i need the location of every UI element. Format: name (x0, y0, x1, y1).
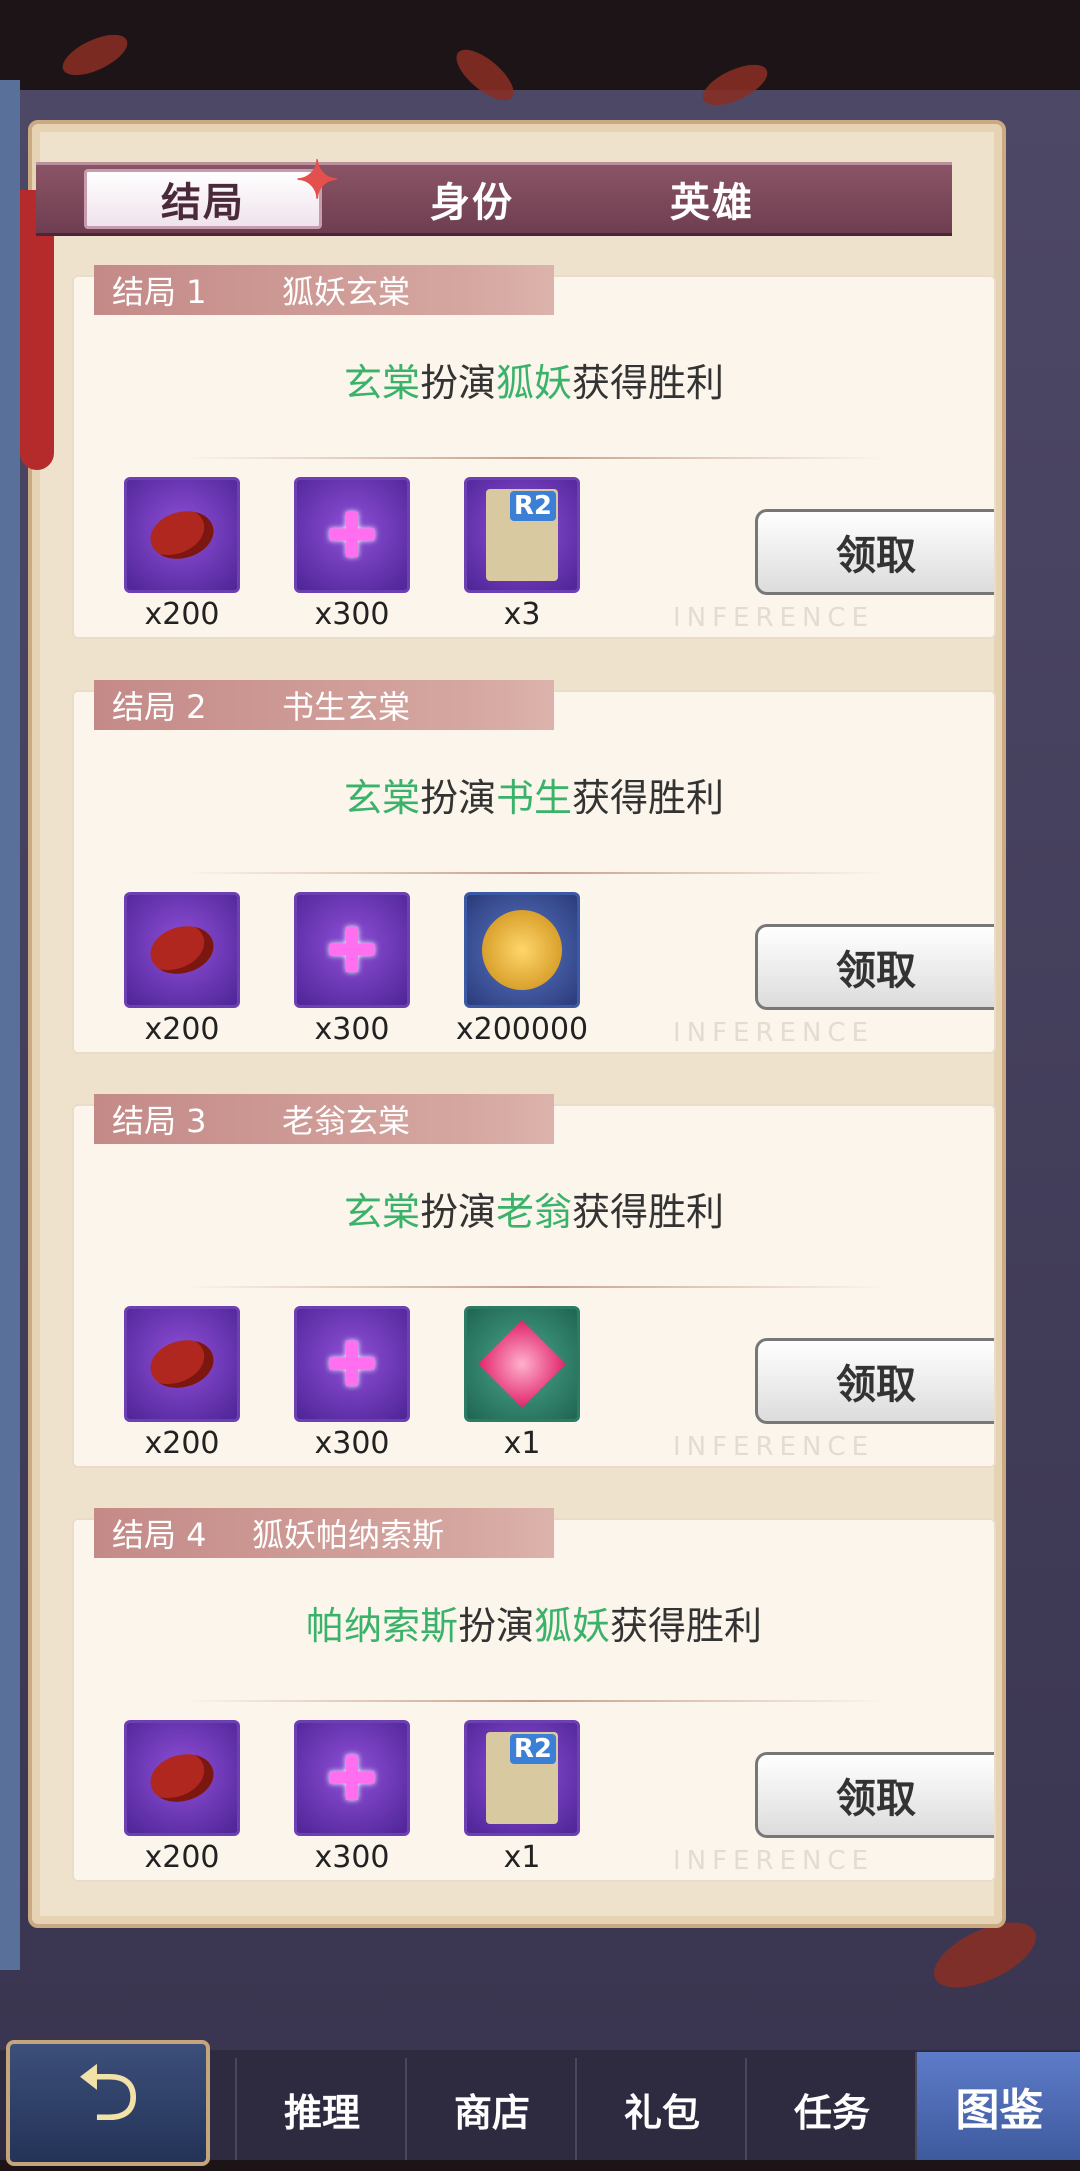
nav-gift-pack[interactable]: 礼包 (575, 2058, 747, 2160)
watermark: INFERENCE (672, 1018, 874, 1048)
bean-icon (145, 919, 219, 981)
puzzle-icon: ✚ (326, 1741, 378, 1815)
reward-item[interactable]: R2 x1 (464, 1720, 580, 1875)
reward-item[interactable]: x200000 (456, 892, 588, 1047)
bean-icon (145, 504, 219, 566)
ending-card: 结局 1 狐妖玄棠 玄棠扮演狐妖获得胜利 x200 ✚ x300 R2 x3 领… (72, 265, 996, 639)
ending-index: 结局 4 (112, 1516, 207, 1554)
ending-card-header: 结局 4 狐妖帕纳索斯 (94, 1508, 554, 1558)
reward-item[interactable]: x200 (124, 892, 240, 1047)
ending-condition: 帕纳索斯扮演狐妖获得胜利 (305, 1604, 763, 1648)
claim-button[interactable]: 领取 (755, 1338, 994, 1424)
claim-button[interactable]: 领取 (755, 1752, 994, 1838)
star-icon: ✦ (295, 150, 341, 211)
divider (184, 457, 884, 459)
ending-index: 结局 1 (112, 273, 207, 311)
nav-deduce[interactable]: 推理 (235, 2058, 407, 2160)
puzzle-icon: ✚ (326, 498, 378, 572)
gem-icon (478, 1320, 566, 1408)
divider (184, 1286, 884, 1288)
reward-item[interactable]: ✚ x300 (294, 1720, 410, 1875)
r2-card-icon: R2 (486, 1732, 558, 1824)
ending-card-header: 结局 1 狐妖玄棠 (94, 265, 554, 315)
maple-leaf-decoration (56, 26, 134, 84)
nav-collection[interactable]: 图鉴 (915, 2052, 1080, 2160)
ending-card: 结局 2 书生玄棠 玄棠扮演书生获得胜利 x200 ✚ x300 x200000… (72, 680, 996, 1054)
watermark: INFERENCE (672, 1432, 874, 1462)
divider (184, 872, 884, 874)
puzzle-icon: ✚ (326, 913, 378, 987)
ending-index: 结局 3 (112, 1102, 207, 1140)
claim-button[interactable]: 领取 (755, 924, 994, 1010)
reward-item[interactable]: x200 (124, 1306, 240, 1461)
watermark: INFERENCE (672, 603, 874, 633)
reward-item[interactable]: ✚ x300 (294, 477, 410, 632)
back-button[interactable]: ⮌ (6, 2040, 210, 2166)
tab-bar: 结局 ✦ 身份 英雄 (36, 150, 952, 236)
book-spine (0, 80, 20, 1970)
reward-item[interactable]: ✚ x300 (294, 1306, 410, 1461)
gold-coin-icon (482, 910, 562, 990)
bean-icon (145, 1333, 219, 1395)
tab-heroes[interactable]: 英雄 (592, 170, 832, 228)
reward-item[interactable]: x200 (124, 1720, 240, 1875)
ending-condition: 玄棠扮演书生获得胜利 (343, 776, 725, 820)
tab-endings[interactable]: 结局 ✦ (84, 150, 339, 229)
ending-card: 结局 3 老翁玄棠 玄棠扮演老翁获得胜利 x200 ✚ x300 x1 领取 I… (72, 1094, 996, 1468)
ending-card-header: 结局 2 书生玄棠 (94, 680, 554, 730)
ending-name: 书生玄棠 (282, 688, 411, 726)
reward-item[interactable]: R2 x3 (464, 477, 580, 632)
ending-name: 狐妖帕纳索斯 (252, 1516, 445, 1554)
puzzle-icon: ✚ (326, 1327, 378, 1401)
reward-item[interactable]: x200 (124, 477, 240, 632)
claim-button[interactable]: 领取 (755, 509, 994, 595)
bean-icon (145, 1747, 219, 1809)
divider (184, 1700, 884, 1702)
ending-name: 狐妖玄棠 (282, 273, 411, 311)
ending-condition: 玄棠扮演狐妖获得胜利 (343, 361, 725, 405)
r2-card-icon: R2 (486, 489, 558, 581)
watermark: INFERENCE (672, 1846, 874, 1876)
nav-shop[interactable]: 商店 (405, 2058, 577, 2160)
tab-identity[interactable]: 身份 (352, 170, 592, 228)
nav-tasks[interactable]: 任务 (745, 2058, 917, 2160)
reward-item[interactable]: x1 (464, 1306, 580, 1461)
ending-card: 结局 4 狐妖帕纳索斯 帕纳索斯扮演狐妖获得胜利 x200 ✚ x300 R2 … (72, 1508, 996, 1882)
ending-card-header: 结局 3 老翁玄棠 (94, 1094, 554, 1144)
reward-item[interactable]: ✚ x300 (294, 892, 410, 1047)
ending-condition: 玄棠扮演老翁获得胜利 (343, 1190, 725, 1234)
ending-name: 老翁玄棠 (282, 1102, 411, 1140)
ending-index: 结局 2 (112, 688, 207, 726)
back-arrow-icon: ⮌ (75, 2046, 141, 2139)
